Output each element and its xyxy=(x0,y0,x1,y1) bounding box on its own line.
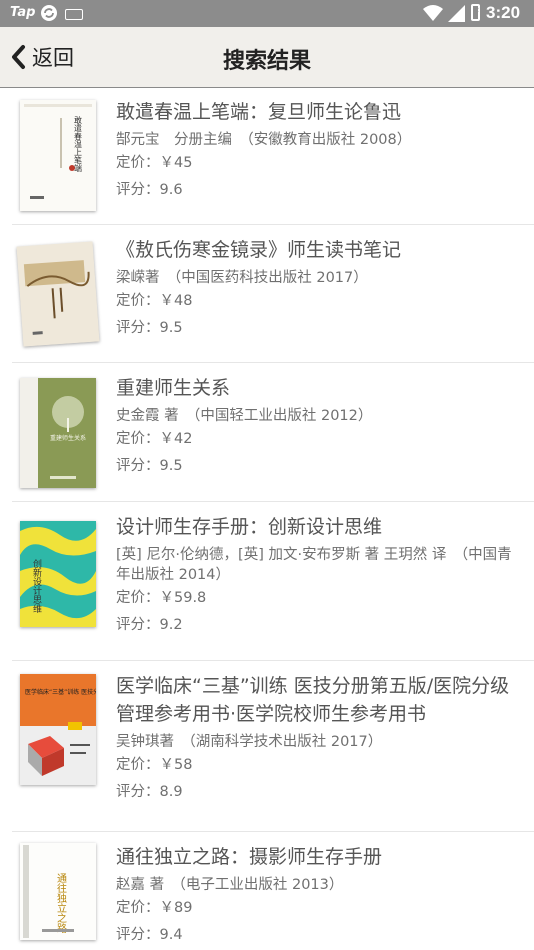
cover-title: 重建师生关系 xyxy=(50,434,86,442)
book-title: 敢遣春温上笔端：复旦师生论鲁迅 xyxy=(116,101,402,123)
book-meta: 郜元宝 分册主编 （安徽教育出版社 2008） xyxy=(116,132,412,148)
book-price: 定价：￥42 xyxy=(116,431,193,447)
book-title: 重建师生关系 xyxy=(116,377,231,399)
carrier-label: Tap xyxy=(10,5,36,20)
book-list-item[interactable]: 创新设计思维 设计师生存手册：创新设计思维 [英] 尼尔·伦纳德，[英] 加文·… xyxy=(0,503,534,661)
book-cover-art: 敢遣春温上笔端 xyxy=(20,100,96,211)
book-rating: 评分：9.4 xyxy=(116,927,183,943)
book-cover: 创新设计思维 xyxy=(20,521,96,627)
book-rating: 评分：8.9 xyxy=(116,784,183,800)
book-cover: 重建师生关系 xyxy=(20,378,96,488)
keyboard-icon xyxy=(65,9,83,20)
book-cover: 医学临床“三基”训练 医技分册 xyxy=(20,674,96,785)
book-meta: 赵嘉 著 （电子工业出版社 2013） xyxy=(116,877,344,893)
cover-text: 创新设计思维 xyxy=(31,558,42,614)
book-list-item[interactable]: 《敖氏伤寒金镜录》师生读书笔记 梁嵘著 （中国医药科技出版社 2017） 定价：… xyxy=(0,226,534,363)
divider xyxy=(12,660,534,661)
cover-title: 通往独立之路 xyxy=(55,873,67,934)
book-meta: [英] 尼尔·伦纳德，[英] 加文·安布罗斯 著 王玥然 译 （中国青年出版社 … xyxy=(116,547,512,583)
book-cover xyxy=(16,241,100,347)
cover-title: 医学临床“三基”训练 医技分册 xyxy=(25,688,96,696)
book-price: 定价：￥89 xyxy=(116,900,193,916)
book-cover: 通往独立之路 xyxy=(20,843,96,940)
book-price: 定价：￥58 xyxy=(116,757,193,773)
divider xyxy=(12,831,534,832)
battery-charging-glyph: ⚡ xyxy=(473,7,481,18)
book-rating: 评分：9.6 xyxy=(116,182,183,198)
book-price: 定价：￥48 xyxy=(116,293,193,309)
clock: 3:20 xyxy=(486,3,521,22)
divider xyxy=(12,362,534,363)
page-title: 搜索结果 xyxy=(222,49,311,74)
book-cover-art xyxy=(16,241,100,347)
battery-icon: ⚡ xyxy=(471,4,480,21)
signal-icon xyxy=(448,5,465,22)
book-rating: 评分：9.2 xyxy=(116,617,183,633)
book-cover-art: 创新设计思维 xyxy=(20,521,96,627)
cover-title: 敢遣春温上笔端 xyxy=(74,115,83,173)
status-bar: Tap ⚡ 3:20 xyxy=(0,0,534,27)
book-meta: 吴钟琪著 （湖南科学技术出版社 2017） xyxy=(116,734,383,750)
book-cover-art: 重建师生关系 xyxy=(20,378,96,488)
book-meta: 史金霞 著 （中国轻工业出版社 2012） xyxy=(116,408,373,424)
book-rating: 评分：9.5 xyxy=(116,458,183,474)
book-list-item[interactable]: 重建师生关系 重建师生关系 史金霞 著 （中国轻工业出版社 2012） 定价：￥… xyxy=(0,364,534,502)
book-title: 通往独立之路：摄影师生存手册 xyxy=(116,846,383,868)
book-price: 定价：￥59.8 xyxy=(116,590,207,606)
book-cover: 敢遣春温上笔端 xyxy=(20,100,96,211)
book-list-item[interactable]: 医学临床“三基”训练 医技分册 医学临床“三基”训练 医技分册第五版/医院分级管… xyxy=(0,662,534,832)
book-cover-art: 通往独立之路 xyxy=(20,843,96,940)
divider xyxy=(12,501,534,502)
sync-icon xyxy=(41,5,57,21)
book-title: 设计师生存手册：创新设计思维 xyxy=(116,516,383,538)
divider xyxy=(12,224,534,225)
book-rating: 评分：9.5 xyxy=(116,320,183,336)
book-title: 医学临床“三基”训练 医技分册第五版/医院分级管理参考用书·医学院校师生参考用书 xyxy=(116,675,510,725)
book-title: 《敖氏伤寒金镜录》师生读书笔记 xyxy=(116,239,402,261)
app-bar: 返回 搜索结果 xyxy=(0,27,534,88)
book-cover-art: 医学临床“三基”训练 医技分册 xyxy=(20,674,96,785)
book-meta: 梁嵘著 （中国医药科技出版社 2017） xyxy=(116,270,368,286)
book-list-item[interactable]: 通往独立之路 通往独立之路：摄影师生存手册 赵嘉 著 （电子工业出版社 2013… xyxy=(0,833,534,950)
wifi-icon xyxy=(423,5,443,21)
book-list-item[interactable]: 敢遣春温上笔端 敢遣春温上笔端：复旦师生论鲁迅 郜元宝 分册主编 （安徽教育出版… xyxy=(0,88,534,225)
book-price: 定价：￥45 xyxy=(116,155,193,171)
